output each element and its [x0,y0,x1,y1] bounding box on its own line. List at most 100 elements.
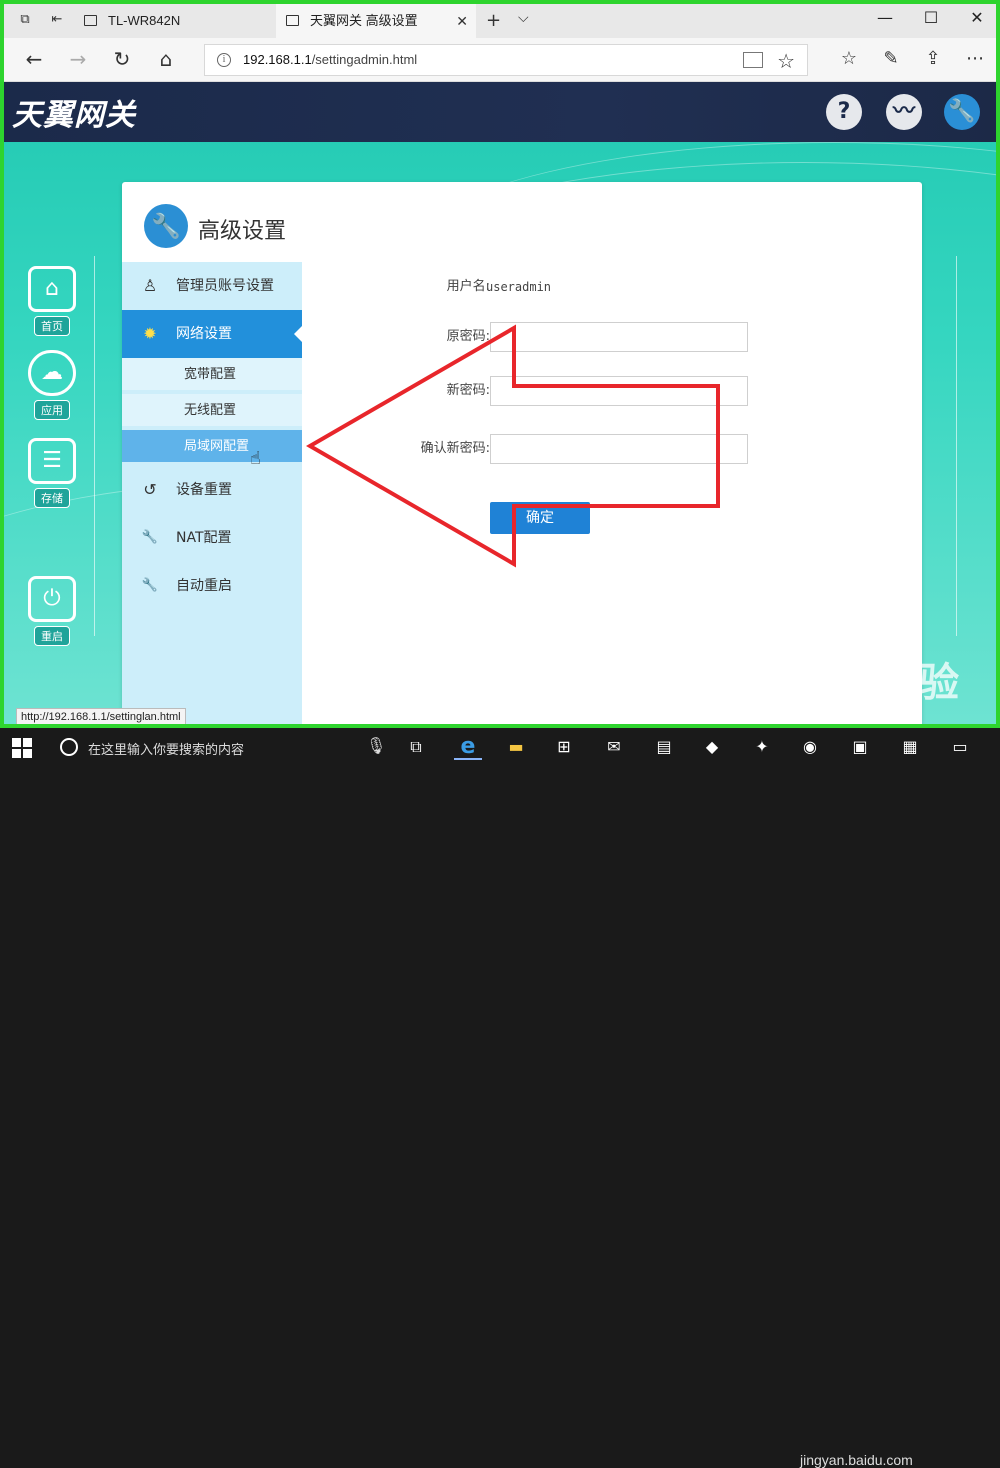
info-icon[interactable]: i [217,53,231,67]
old-password-input[interactable] [490,322,748,352]
home-icon: ⌂ [28,266,76,312]
task-view-icon[interactable]: ⧉ [402,734,430,760]
logo: 天翼网关 [12,98,136,133]
sidebar-item-nat[interactable]: 🔧 NAT配置 [122,514,302,562]
router-page: 天翼网关 ? 〰 🔧 ⌂ 首页 ☁ 应用 ☰ 存储 ⏻ 重启 🔧 高级设置 ♙ [4,82,996,724]
browser-window: ⧉ ⇤ TL-WR842N 天翼网关 高级设置 ✕ + ⌵ — ☐ ✕ ← → … [0,0,1000,728]
new-password-row: 新密码: [382,376,490,406]
nav-reboot[interactable]: ⏻ 重启 [22,576,82,646]
status-icon[interactable]: 〰 [886,94,922,130]
favorite-star-icon[interactable]: ☆ [777,49,795,73]
sidebar-item-network[interactable]: ✹ 网络设置 [122,310,302,358]
wrench-icon: 🔧 [144,204,188,248]
old-password-row: 原密码: [382,322,490,352]
store-icon[interactable]: ⊞ [550,734,578,760]
username-label: 用户名: [446,279,490,294]
hand-cursor-icon: ☝ [250,448,261,469]
new-password-label: 新密码: [446,383,490,398]
page-icon [286,15,299,26]
user-icon: ♙ [142,276,158,295]
favorites-list-icon[interactable]: ☆ [836,48,862,69]
nav-label: 应用 [34,400,70,420]
windows-start-icon[interactable] [12,738,32,758]
app-icon[interactable]: ▦ [896,734,924,760]
app-icon[interactable]: ▣ [846,734,874,760]
router-header: 天翼网关 ? 〰 🔧 [4,82,996,142]
sidebar-item-label: 自动重启 [176,578,232,594]
baidu-watermark-url: jingyan.baidu.com [800,1452,913,1468]
wrench-icon: 🔧 [141,530,159,545]
share-icon[interactable]: ⇪ [920,48,946,69]
status-link-tooltip: http://192.168.1.1/settinglan.html [16,708,186,724]
sidebar-item-label: 管理员账号设置 [176,278,274,294]
network-icon[interactable]: ▭ [946,734,974,760]
help-icon[interactable]: ? [826,94,862,130]
sidebar-item-label: 设备重置 [176,482,232,498]
app-icon[interactable]: ✦ [748,734,776,760]
username-row: 用户名: [382,272,490,302]
address-bar[interactable]: i 192.168.1.1/settingadmin.html ☆ [204,44,808,76]
page-title: 高级设置 [198,219,287,244]
sidebar-item-admin-account[interactable]: ♙ 管理员账号设置 [122,262,302,310]
set-aside-tabs-icon[interactable]: ⇤ [48,12,66,28]
app-icon[interactable]: ◉ [796,734,824,760]
username-value: useradmin [486,280,552,294]
page-icon [84,15,97,26]
divider [94,256,95,636]
sidebar-subitem-wireless[interactable]: 无线配置 [122,394,302,428]
confirm-button[interactable]: 确定 [490,502,590,534]
taskbar-search-input[interactable]: 在这里输入你要搜索的内容 [88,739,244,758]
reading-view-icon[interactable] [743,52,763,68]
confirm-password-label: 确认新密码: [420,441,490,456]
refresh-icon[interactable]: ↻ [110,48,134,70]
address-toolbar: ← → ↻ ⌂ i 192.168.1.1/settingadmin.html … [4,38,996,82]
cloud-icon: ☁ [28,350,76,396]
sidebar-subitem-lan[interactable]: 局域网配置 [122,430,302,464]
sidebar-item-reset[interactable]: ↺ 设备重置 [122,466,302,514]
microphone-icon[interactable]: 🎙 [366,736,386,755]
mail-icon[interactable]: ✉ [600,734,628,760]
nav-home[interactable]: ⌂ 首页 [22,266,82,336]
new-password-input[interactable] [490,376,748,406]
tab-title: TL-WR842N [108,13,181,28]
home-icon[interactable]: ⌂ [154,48,178,70]
baidu-watermark: Baidu经验 [768,661,960,705]
sidebar-subitem-broadband[interactable]: 宽带配置 [122,358,302,392]
back-icon[interactable]: ← [22,48,46,70]
close-window-icon[interactable]: ✕ [962,8,992,27]
tab-advanced-settings[interactable]: 天翼网关 高级设置 ✕ [276,4,476,38]
chevron-down-icon[interactable]: ⌵ [518,10,529,26]
nav-label: 重启 [34,626,70,646]
minimize-icon[interactable]: — [870,8,900,27]
taskbar: 在这里输入你要搜索的内容 🎙 ⧉ e ▬ ⊞ ✉ ▤ ◆ ✦ ◉ ▣ ▦ ▭ j… [0,728,1000,1468]
nav-storage[interactable]: ☰ 存储 [22,438,82,508]
maximize-icon[interactable]: ☐ [916,8,946,27]
url-text: 192.168.1.1/settingadmin.html [243,52,418,67]
nav-apps[interactable]: ☁ 应用 [22,350,82,420]
app-icon[interactable]: ▤ [650,734,678,760]
tab-title: 天翼网关 高级设置 [310,13,418,28]
power-icon: ⏻ [28,576,76,622]
storage-icon: ☰ [28,438,76,484]
reset-icon: ↺ [143,480,157,499]
confirm-password-input[interactable] [490,434,748,464]
nav-label: 存储 [34,488,70,508]
confirm-password-row: 确认新密码: [382,434,490,464]
sidebar-item-auto-reboot[interactable]: 🔧 自动重启 [122,562,302,610]
forward-icon[interactable]: → [66,48,90,70]
pen-icon[interactable]: ✎ [878,48,904,69]
sidebar-item-label: NAT配置 [176,530,232,546]
app-icon[interactable]: ◆ [698,734,726,760]
gear-icon: ✹ [143,324,157,343]
wrench-icon[interactable]: 🔧 [944,94,980,130]
close-tab-icon[interactable]: ✕ [456,4,468,38]
search-icon[interactable] [60,738,78,756]
edge-icon[interactable]: e [454,734,482,760]
wrench-icon: 🔧 [141,578,159,593]
nav-label: 首页 [34,316,70,336]
tab-tl-wr842n[interactable]: TL-WR842N [74,4,274,38]
tab-actions-icon[interactable]: ⧉ [16,12,34,28]
file-explorer-icon[interactable]: ▬ [502,734,530,760]
more-icon[interactable]: ⋯ [962,48,988,69]
new-tab-icon[interactable]: + [486,10,501,31]
